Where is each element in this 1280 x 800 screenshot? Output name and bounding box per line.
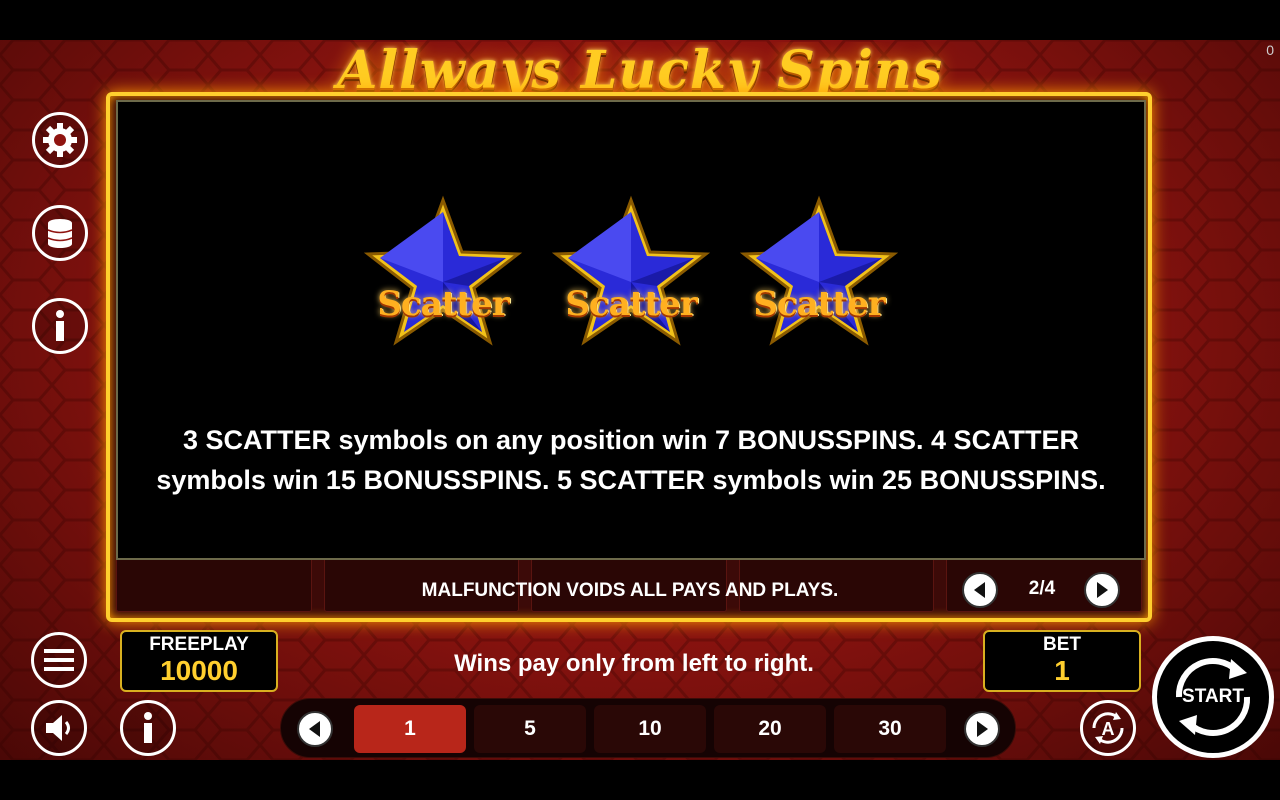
info-top-button[interactable] (32, 298, 88, 354)
scatter-star-icon (552, 195, 710, 346)
bet-option[interactable]: 1 (354, 705, 466, 753)
autoplay-button[interactable]: A (1080, 700, 1136, 756)
bet-display: BET 1 (983, 630, 1141, 692)
menu-icon (44, 649, 74, 671)
prev-page-button[interactable] (962, 572, 998, 608)
scatter-rule-text: 3 SCATTER symbols on any position win 7 … (156, 425, 1106, 495)
bet-option[interactable]: 10 (594, 705, 706, 753)
wins-direction-note: Wins pay only from left to right. (454, 650, 814, 677)
top-black-bar (0, 0, 1280, 40)
scatter-star-icon (364, 195, 522, 346)
arrow-right-icon (977, 721, 988, 737)
info-icon (56, 310, 64, 341)
settings-button[interactable] (32, 112, 88, 168)
arrow-right-icon (1097, 582, 1108, 598)
info-icon (144, 712, 152, 743)
autoplay-icon: A (1092, 712, 1124, 744)
sound-button[interactable] (31, 700, 87, 756)
reel-slot (116, 556, 312, 612)
scatter-label: Scatter (753, 284, 885, 324)
bet-option[interactable]: 20 (714, 705, 826, 753)
info-bottom-button[interactable] (120, 700, 176, 756)
scatter-symbol: Scatter (740, 192, 898, 352)
coins-stack-icon (47, 219, 73, 248)
bet-selector: 1 5 10 20 30 (280, 698, 1016, 758)
scatter-symbol: Scatter (364, 192, 522, 352)
coins-button[interactable] (32, 205, 88, 261)
scatter-symbol: Scatter (552, 192, 710, 352)
freeplay-value: 10000 (160, 655, 238, 686)
malfunction-notice: MALFUNCTION VOIDS ALL PAYS AND PLAYS. (421, 580, 839, 601)
game-title: Allways Lucky Spins (336, 42, 944, 98)
svg-text:A: A (1102, 719, 1115, 739)
freeplay-balance: FREEPLAY 10000 (120, 630, 278, 692)
next-page-button[interactable] (1084, 572, 1120, 608)
scatter-label: Scatter (377, 284, 509, 324)
bottom-black-bar (0, 760, 1280, 800)
freeplay-label: FREEPLAY (149, 634, 249, 655)
bet-option[interactable]: 30 (834, 705, 946, 753)
paytable-pagination: 2/4 (962, 570, 1124, 610)
scatter-symbol-row: Scatter Scatter Scatter (118, 192, 1144, 362)
bet-label: BET (1043, 634, 1081, 655)
corner-counter: 0 (1266, 42, 1274, 58)
arrow-left-icon (974, 582, 985, 598)
bet-value: 1 (1054, 655, 1070, 686)
sound-icon (46, 715, 70, 741)
page-indicator: 2/4 (1028, 578, 1056, 599)
bet-next-button[interactable] (964, 711, 1000, 747)
settings-gear-icon (43, 123, 77, 157)
paytable-panel: Scatter Scatter Scatter 3 SCATTER symbol (116, 100, 1146, 560)
bet-prev-button[interactable] (297, 711, 333, 747)
start-label: START (1182, 686, 1244, 707)
scatter-star-icon (740, 195, 898, 346)
bet-option[interactable]: 5 (474, 705, 586, 753)
scatter-label: Scatter (565, 284, 697, 324)
start-button[interactable]: START (1152, 636, 1274, 758)
menu-button[interactable] (31, 632, 87, 688)
arrow-left-icon (309, 721, 320, 737)
